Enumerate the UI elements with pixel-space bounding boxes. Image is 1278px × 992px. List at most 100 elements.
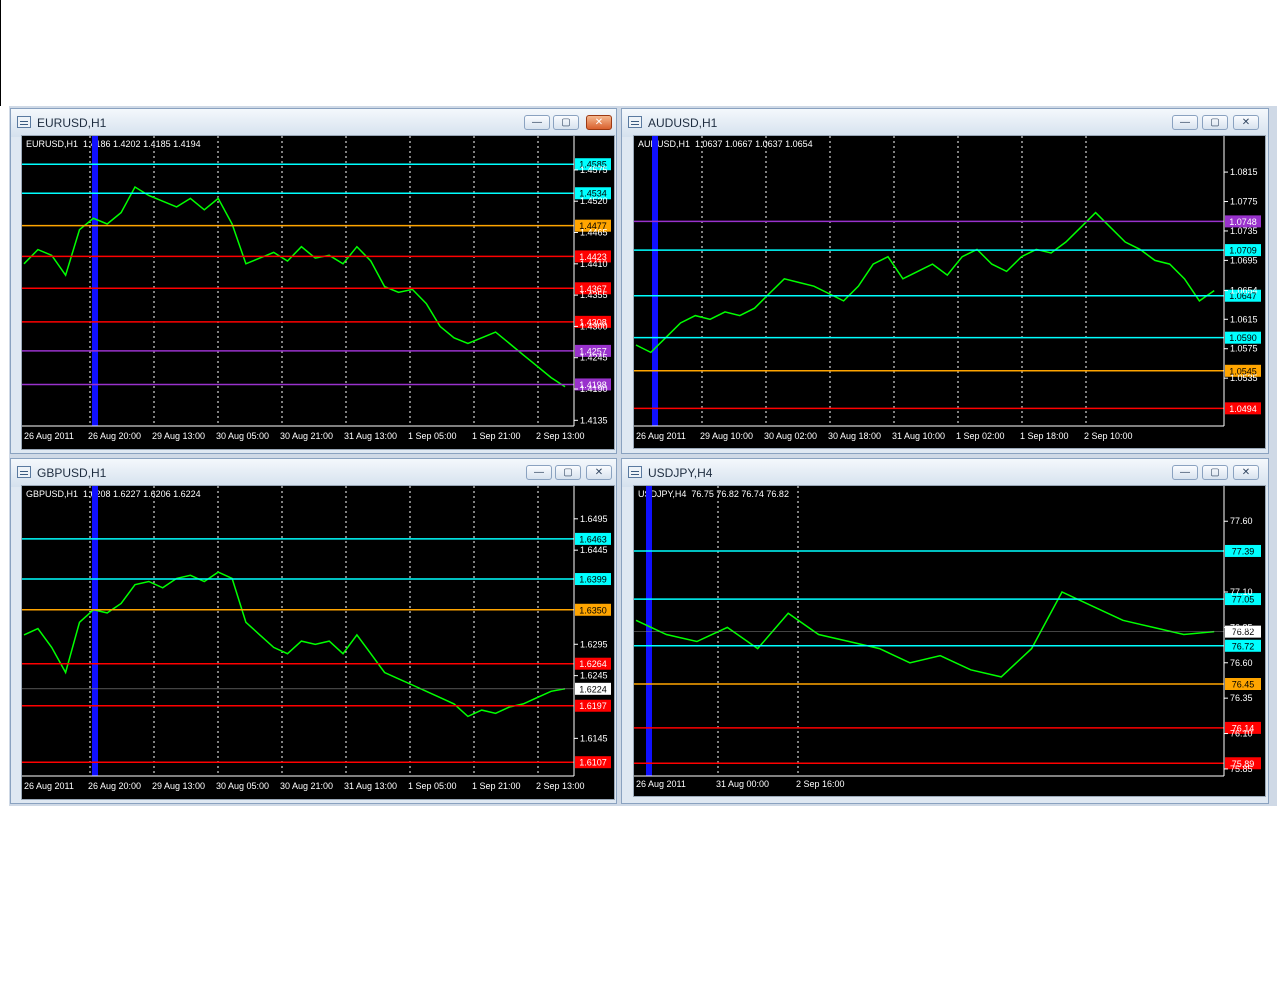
chart-area-audusd[interactable]: AUDUSD,H1 1.0637 1.0667 1.0637 1.0654 1.… <box>633 135 1266 449</box>
chart-area-usdjpy[interactable]: USDJPY,H4 76.75 76.82 76.74 76.82 77.39 7… <box>633 485 1266 797</box>
y-tick-label: 1.0575 <box>1230 344 1258 354</box>
y-tick-label: 75.85 <box>1230 764 1253 774</box>
x-tick-label: 30 Aug 21:00 <box>280 781 333 791</box>
y-tick-label: 1.0615 <box>1230 314 1258 324</box>
session-highlight <box>92 486 98 776</box>
x-tick-label: 29 Aug 13:00 <box>152 781 205 791</box>
minimize-button[interactable]: — <box>526 465 552 480</box>
price-line <box>23 185 566 388</box>
titlebar-usdjpy[interactable]: USDJPY,H4 — ▢ ✕ <box>622 459 1268 487</box>
restore-button[interactable]: ▢ <box>553 115 579 130</box>
window-title-eurusd: EURUSD,H1 <box>37 116 107 130</box>
x-tick-label: 2 Sep 13:00 <box>536 781 585 791</box>
y-tick-label: 1.4575 <box>580 165 608 175</box>
price-chart-audusd[interactable]: 1.07481.07091.06471.05901.05451.04941.08… <box>634 136 1267 450</box>
y-tick-label: 77.10 <box>1230 587 1253 597</box>
y-tick-label: 1.0695 <box>1230 255 1258 265</box>
minimize-button[interactable]: — <box>1172 115 1198 130</box>
chart-window-icon <box>628 466 642 478</box>
session-highlight <box>646 486 652 776</box>
close-button[interactable]: ✕ <box>1233 465 1259 480</box>
chart-area-gbpusd[interactable]: GBPUSD,H1 1.6208 1.6227 1.6206 1.6224 1.… <box>21 485 615 800</box>
x-tick-label: 30 Aug 05:00 <box>216 431 269 441</box>
price-tag-label: 1.0709 <box>1229 246 1257 256</box>
price-tag-label: 1.0590 <box>1229 333 1257 343</box>
price-tag-label: 1.0494 <box>1229 404 1257 414</box>
chart-window-eurusd[interactable]: EURUSD,H1 — ▢ ✕ EURUSD,H1 1.4186 1.4202 … <box>10 108 617 454</box>
y-tick-label: 1.6445 <box>580 545 608 555</box>
y-tick-label: 76.10 <box>1230 729 1253 739</box>
y-tick-label: 76.85 <box>1230 622 1253 632</box>
x-tick-label: 26 Aug 2011 <box>636 779 686 789</box>
y-tick-label: 1.4245 <box>580 353 608 363</box>
chart-window-usdjpy[interactable]: USDJPY,H4 — ▢ ✕ USDJPY,H4 76.75 76.82 76… <box>621 458 1269 804</box>
price-chart-usdjpy[interactable]: 77.3977.0576.7276.4576.1475.8976.8277.60… <box>634 486 1267 798</box>
session-highlight <box>92 136 98 426</box>
x-tick-label: 30 Aug 18:00 <box>828 431 881 441</box>
price-tag-label: 1.6224 <box>579 684 607 694</box>
price-chart-eurusd[interactable]: 1.45851.45341.44771.44231.43671.43081.42… <box>22 136 616 451</box>
price-tag-label: 76.45 <box>1232 680 1255 690</box>
chart-area-eurusd[interactable]: EURUSD,H1 1.4186 1.4202 1.4185 1.4194 1.… <box>21 135 615 450</box>
close-button[interactable]: ✕ <box>586 465 612 480</box>
price-chart-gbpusd[interactable]: 1.6463 1.6399 1.6350 1.6264 1.6197 1.6107 1.62… <box>22 486 616 801</box>
y-tick-label: 1.6295 <box>580 639 608 649</box>
y-tick-label: 1.6145 <box>580 733 608 743</box>
y-tick-label: 76.60 <box>1230 658 1253 668</box>
x-tick-label: 30 Aug 02:00 <box>764 431 817 441</box>
y-tick-label: 1.4300 <box>580 321 608 331</box>
y-tick-label: 1.0535 <box>1230 373 1258 383</box>
y-tick-label: 1.0775 <box>1230 197 1258 207</box>
x-tick-label: 2 Sep 13:00 <box>536 431 585 441</box>
close-button[interactable]: ✕ <box>1233 115 1259 130</box>
x-tick-label: 2 Sep 16:00 <box>796 779 845 789</box>
titlebar-gbpusd[interactable]: GBPUSD,H1 — ▢ ✕ <box>11 459 616 487</box>
titlebar-eurusd[interactable]: EURUSD,H1 — ▢ ✕ <box>11 109 616 137</box>
x-tick-label: 26 Aug 2011 <box>24 431 74 441</box>
price-tag-label: 1.6463 <box>579 534 607 544</box>
y-tick-label: 1.6495 <box>580 514 608 524</box>
restore-button[interactable]: ▢ <box>1202 115 1228 130</box>
x-tick-label: 26 Aug 2011 <box>24 781 74 791</box>
x-tick-label: 1 Sep 05:00 <box>408 781 457 791</box>
x-tick-label: 30 Aug 05:00 <box>216 781 269 791</box>
restore-button[interactable]: ▢ <box>555 465 581 480</box>
x-tick-label: 1 Sep 18:00 <box>1020 431 1069 441</box>
minimize-button[interactable]: — <box>1172 465 1198 480</box>
x-tick-label: 30 Aug 21:00 <box>280 431 333 441</box>
x-tick-label: 1 Sep 02:00 <box>956 431 1005 441</box>
close-button[interactable]: ✕ <box>586 115 612 130</box>
price-tag-label: 1.6399 <box>579 575 607 585</box>
titlebar-audusd[interactable]: AUDUSD,H1 — ▢ ✕ <box>622 109 1268 137</box>
x-tick-label: 31 Aug 13:00 <box>344 431 397 441</box>
window-title-audusd: AUDUSD,H1 <box>648 116 718 130</box>
price-line <box>635 591 1215 678</box>
y-tick-label: 1.6245 <box>580 671 608 681</box>
window-title-usdjpy: USDJPY,H4 <box>648 466 713 480</box>
price-tag-label: 1.6107 <box>579 758 607 768</box>
x-tick-label: 26 Aug 20:00 <box>88 431 141 441</box>
x-tick-label: 29 Aug 13:00 <box>152 431 205 441</box>
y-tick-label: 1.0735 <box>1230 226 1258 236</box>
y-tick-label: 1.4190 <box>580 384 608 394</box>
y-tick-label: 76.35 <box>1230 693 1253 703</box>
x-tick-label: 29 Aug 10:00 <box>700 431 753 441</box>
chart-window-audusd[interactable]: AUDUSD,H1 — ▢ ✕ AUDUSD,H1 1.0637 1.0667 … <box>621 108 1269 454</box>
y-tick-label: 1.4135 <box>580 415 608 425</box>
y-tick-label: 1.4520 <box>580 196 608 206</box>
y-tick-label: 1.0654 <box>1230 286 1258 296</box>
session-highlight <box>652 136 658 426</box>
x-tick-label: 31 Aug 13:00 <box>344 781 397 791</box>
restore-button[interactable]: ▢ <box>1202 465 1228 480</box>
minimize-button[interactable]: — <box>524 115 550 130</box>
price-tag-label: 76.72 <box>1232 641 1255 651</box>
y-tick-label: 77.60 <box>1230 516 1253 526</box>
x-tick-label: 26 Aug 2011 <box>636 431 686 441</box>
chart-window-icon <box>17 116 31 128</box>
chart-window-gbpusd[interactable]: GBPUSD,H1 — ▢ ✕ GBPUSD,H1 1.6208 1.6227 … <box>10 458 617 804</box>
x-tick-label: 31 Aug 00:00 <box>716 779 769 789</box>
left-edge-line <box>0 0 1 106</box>
price-line <box>635 211 1215 354</box>
window-title-gbpusd: GBPUSD,H1 <box>37 466 107 480</box>
price-tag-label: 1.6264 <box>579 659 607 669</box>
